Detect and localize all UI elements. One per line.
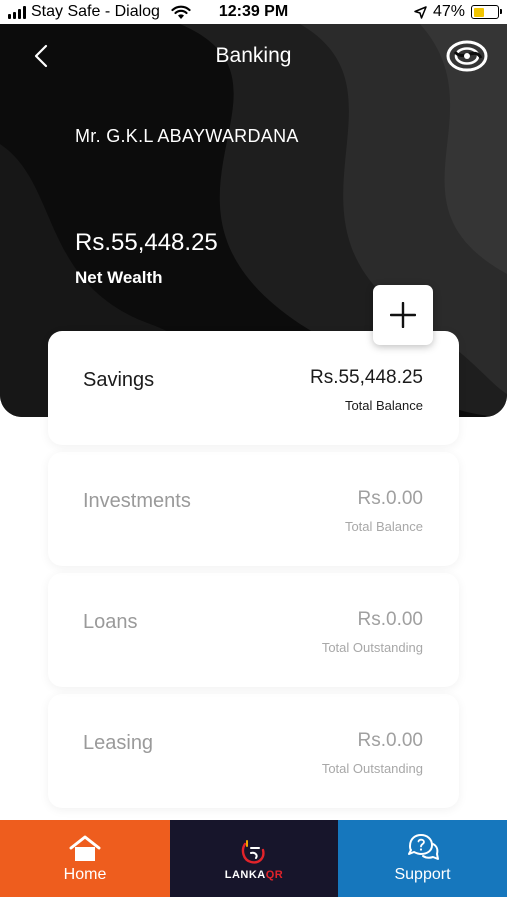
back-button[interactable] — [28, 42, 54, 70]
lankaqr-label-accent: QR — [265, 869, 284, 881]
status-right: 47% — [414, 3, 502, 21]
account-title: Loans — [83, 611, 138, 633]
account-card-leasing[interactable]: Leasing Rs.0.00 Total Outstanding — [48, 694, 459, 808]
lankaqr-label: LANKAQR — [225, 869, 284, 881]
account-title: Savings — [83, 369, 155, 391]
nav-home-label: Home — [63, 866, 107, 883]
net-wealth-amount: Rs.55,448.25 — [75, 229, 218, 256]
account-card-investments[interactable]: Investments Rs.0.00 Total Balance — [48, 452, 459, 566]
nav-lankaqr[interactable]: LANKAQR — [170, 820, 338, 897]
battery-icon — [471, 5, 502, 19]
account-holder-name: Mr. G.K.L ABAYWARDANA — [75, 126, 299, 146]
account-amount: Rs.0.00 — [357, 730, 423, 751]
lankaqr-logo-icon — [241, 840, 265, 864]
account-amount: Rs.55,448.25 — [309, 367, 423, 388]
plus-icon — [390, 302, 416, 328]
home-icon — [69, 835, 101, 861]
nav-support[interactable]: Support — [338, 820, 507, 897]
chevron-left-icon — [34, 44, 48, 68]
signal-icon — [8, 5, 26, 19]
carrier-label: Stay Safe - Dialog — [31, 3, 160, 20]
status-bar: Stay Safe - Dialog 12:39 PM 47% — [0, 0, 507, 24]
status-left: Stay Safe - Dialog — [8, 3, 191, 21]
net-wealth-label: Net Wealth — [75, 268, 163, 287]
location-arrow-icon — [414, 5, 427, 19]
battery-fill — [473, 7, 485, 17]
account-title: Leasing — [83, 732, 154, 754]
account-subtitle: Total Balance — [344, 519, 423, 534]
account-subtitle: Total Balance — [344, 398, 423, 413]
battery-percent: 47% — [432, 3, 465, 20]
lankaqr-label-main: LANKA — [224, 869, 266, 881]
nav-support-label: Support — [394, 866, 451, 883]
bottom-nav: Home LANKAQR Support — [0, 820, 507, 897]
bank-logo-icon — [446, 40, 488, 72]
account-subtitle: Total Outstanding — [321, 761, 423, 776]
wifi-icon — [171, 5, 191, 19]
add-account-button[interactable] — [373, 285, 433, 345]
account-amount: Rs.0.00 — [357, 488, 423, 509]
support-chat-icon — [407, 834, 439, 860]
account-title: Investments — [83, 490, 191, 512]
nav-home[interactable]: Home — [0, 820, 170, 897]
account-subtitle: Total Outstanding — [321, 640, 423, 655]
account-card-loans[interactable]: Loans Rs.0.00 Total Outstanding — [48, 573, 459, 687]
account-amount: Rs.0.00 — [357, 609, 423, 630]
account-card-savings[interactable]: Savings Rs.55,448.25 Total Balance — [48, 331, 459, 445]
